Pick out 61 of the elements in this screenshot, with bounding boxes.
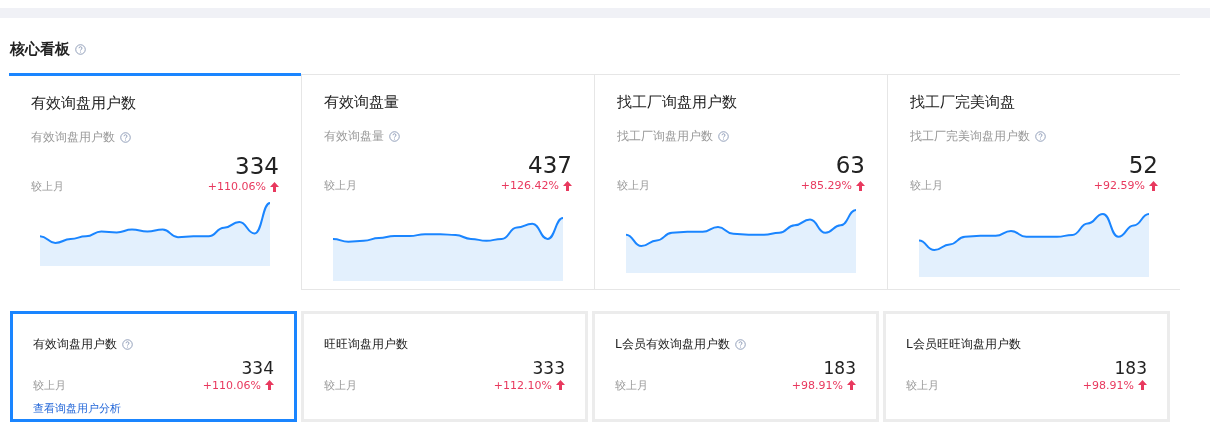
metric-card[interactable]: L会员有效询盘用户数 183 较上月 +98.91% — [592, 311, 879, 422]
change-value: +110.06% — [207, 180, 266, 194]
change-value: +112.10% — [493, 378, 552, 392]
analysis-link[interactable]: 查看询盘用户分析 — [33, 400, 121, 416]
compare-label: 较上月 — [324, 377, 357, 393]
help-icon[interactable] — [1035, 131, 1046, 142]
up-arrow-icon — [556, 380, 565, 391]
metric-label: 有效询盘用户数 — [31, 129, 115, 146]
up-arrow-icon — [1138, 380, 1147, 391]
section-title: 核心看板 — [10, 39, 70, 59]
compare-label: 较上月 — [324, 178, 357, 194]
change-value: +85.29% — [800, 179, 852, 193]
help-icon[interactable] — [75, 43, 86, 55]
metric-label: 找工厂询盘用户数 — [617, 128, 713, 145]
card-title: 旺旺询盘用户数 — [324, 336, 408, 353]
compare-label: 较上月 — [31, 179, 64, 195]
up-arrow-icon — [270, 181, 279, 192]
metric-card[interactable]: L会员旺旺询盘用户数 183 较上月 +98.91% — [883, 311, 1170, 422]
metric-value: 334 — [235, 154, 279, 180]
up-arrow-icon — [1149, 180, 1158, 191]
metric-value: 437 — [528, 153, 572, 179]
metric-value: 63 — [835, 153, 865, 179]
metric-value: 183 — [1114, 359, 1147, 378]
card-title: 有效询盘用户数 — [31, 94, 136, 113]
compare-label: 较上月 — [906, 377, 939, 393]
change-value: +92.59% — [1093, 179, 1145, 193]
metric-card[interactable]: 找工厂完美询盘 找工厂完美询盘用户数 52 较上月 +92.59% — [887, 75, 1180, 290]
compare-label: 较上月 — [33, 377, 66, 393]
metric-label: 找工厂完美询盘用户数 — [910, 128, 1030, 145]
metric-card[interactable]: 找工厂询盘用户数 找工厂询盘用户数 63 较上月 +85.29% — [594, 75, 887, 290]
metric-label: 有效询盘量 — [324, 128, 384, 145]
metric-value: 334 — [241, 359, 274, 378]
card-title: 有效询盘量 — [324, 93, 399, 112]
help-icon[interactable] — [122, 339, 133, 350]
metric-card[interactable]: 有效询盘用户数 334 较上月 +110.06% 查看询盘用户分析 — [10, 311, 297, 422]
metric-card[interactable]: 有效询盘用户数 有效询盘用户数 334 较上月 +110.06% — [9, 73, 301, 288]
metric-card[interactable]: 有效询盘量 有效询盘量 437 较上月 +126.42% — [301, 75, 594, 290]
metric-value: 183 — [823, 359, 856, 378]
compare-label: 较上月 — [617, 178, 650, 194]
compare-label: 较上月 — [615, 377, 648, 393]
help-icon[interactable] — [389, 131, 400, 142]
help-icon[interactable] — [718, 131, 729, 142]
help-icon[interactable] — [734, 339, 746, 350]
card-title: L会员旺旺询盘用户数 — [906, 336, 1021, 353]
compare-label: 较上月 — [910, 178, 943, 194]
card-title: L会员有效询盘用户数 — [615, 336, 730, 353]
card-title: 找工厂完美询盘 — [910, 93, 1015, 112]
up-arrow-icon — [563, 180, 572, 191]
change-value: +98.91% — [1082, 378, 1134, 392]
help-icon[interactable] — [120, 132, 131, 143]
metric-value: 333 — [532, 359, 565, 378]
change-value: +110.06% — [202, 378, 261, 392]
up-arrow-icon — [856, 180, 865, 191]
change-value: +126.42% — [500, 179, 559, 193]
up-arrow-icon — [847, 380, 856, 391]
card-title: 找工厂询盘用户数 — [617, 93, 737, 112]
change-value: +98.91% — [791, 378, 843, 392]
up-arrow-icon — [265, 380, 274, 391]
card-title: 有效询盘用户数 — [33, 336, 117, 353]
metric-value: 52 — [1128, 153, 1158, 179]
metric-card[interactable]: 旺旺询盘用户数 333 较上月 +112.10% — [301, 311, 588, 422]
